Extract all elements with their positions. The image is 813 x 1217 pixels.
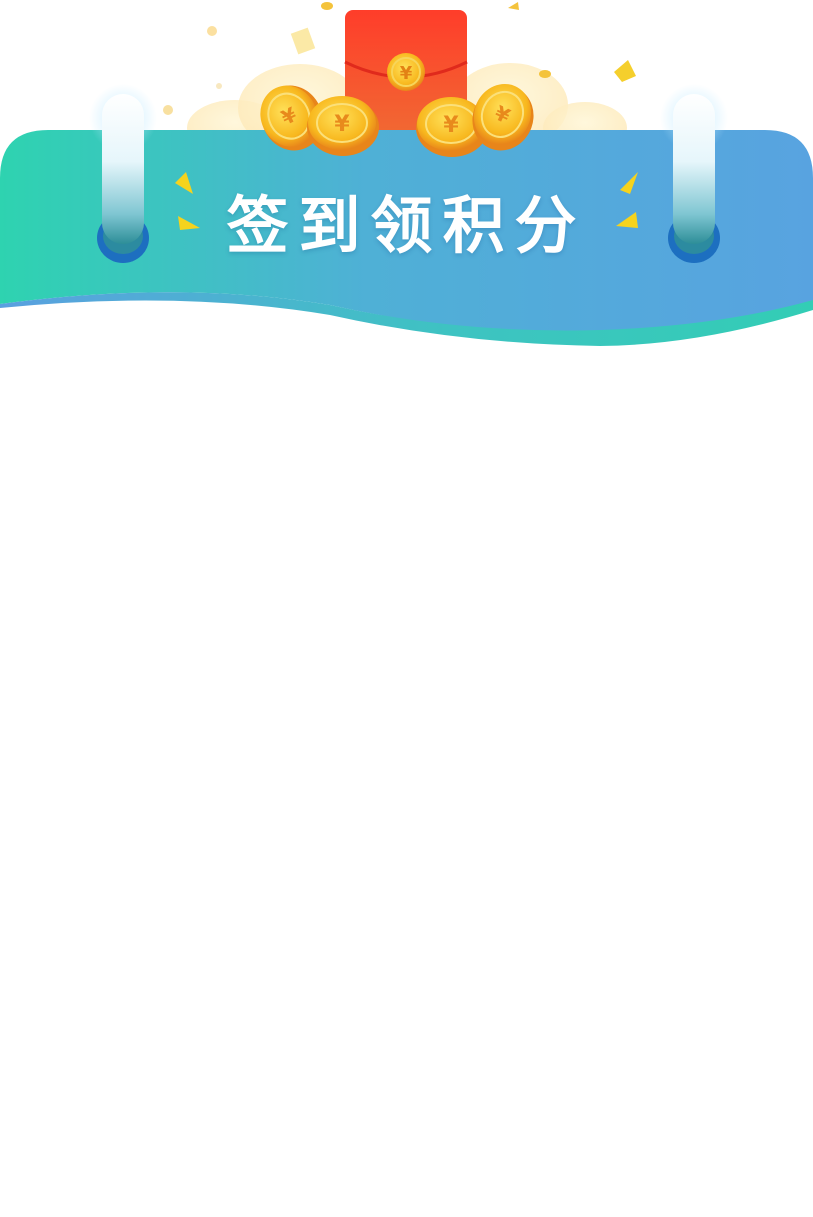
- coin-symbol-2: ¥: [334, 112, 350, 137]
- content-area: [0, 360, 813, 1217]
- envelope-coin-symbol: ¥: [400, 63, 413, 84]
- coin-symbol-3: ¥: [443, 113, 459, 138]
- banner-art: ¥ ¥ ¥ ¥ ¥: [0, 2, 813, 346]
- sign-in-banner: ¥ ¥ ¥ ¥ ¥ 签到领积分: [0, 0, 813, 360]
- banner-title: 签到领积分: [226, 189, 587, 262]
